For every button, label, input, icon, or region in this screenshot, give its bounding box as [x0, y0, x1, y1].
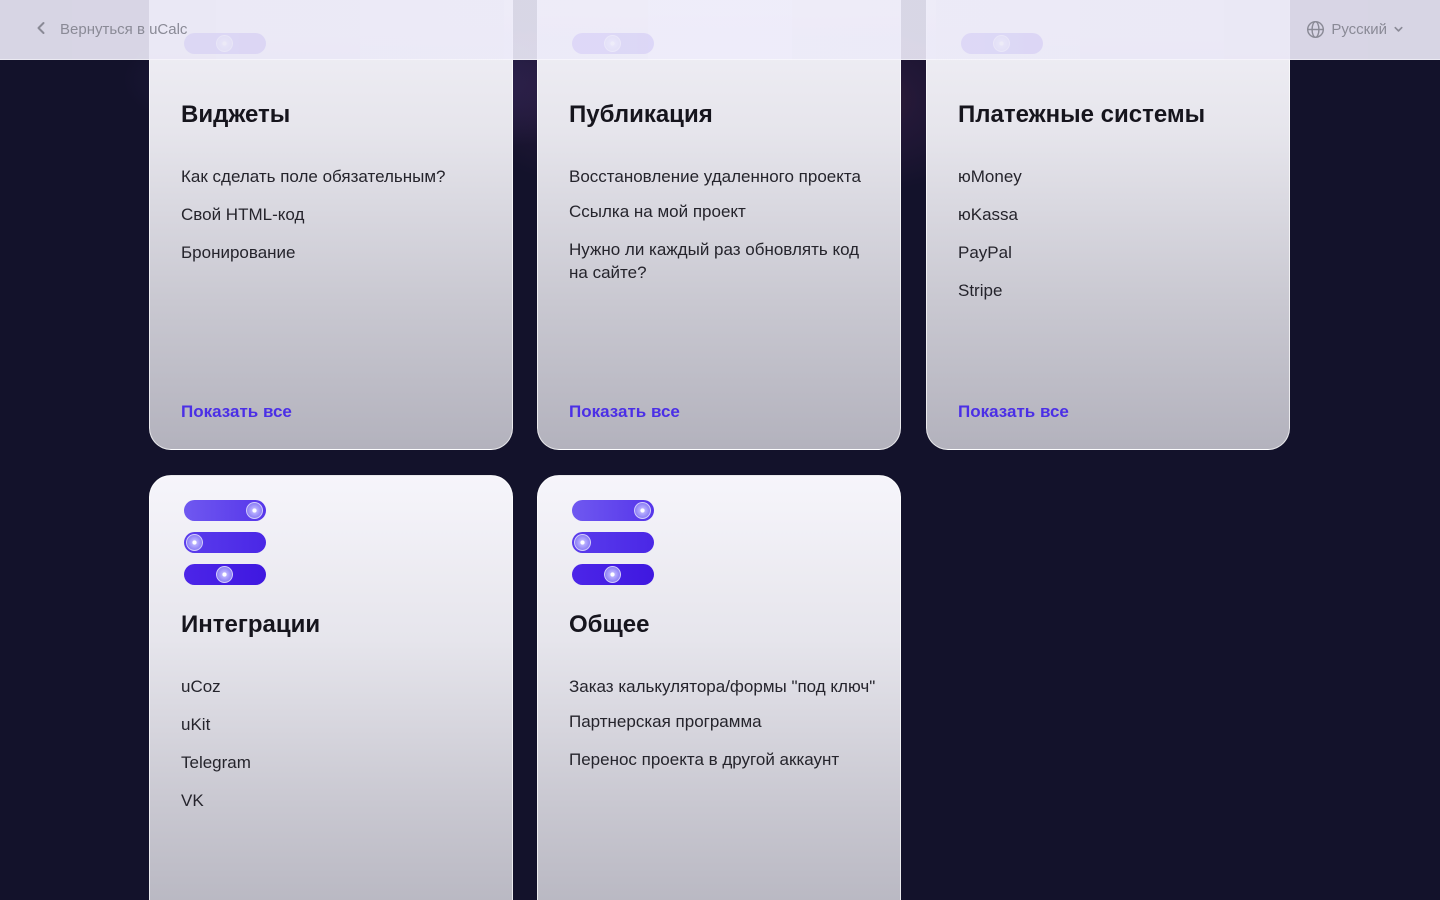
category-card-integrations: Интеграции uCoz uKit Telegram VK: [149, 475, 513, 900]
language-selector[interactable]: Русский: [1306, 20, 1406, 39]
list-item[interactable]: юMoney: [958, 165, 1265, 188]
category-card-widgets: Виджеты Как сделать поле обязательным? С…: [149, 0, 513, 450]
list-item[interactable]: VK: [181, 789, 488, 812]
list-item[interactable]: Нужно ли каждый раз обновлять код на сай…: [569, 238, 876, 284]
list-item[interactable]: Заказ калькулятора/формы "под ключ": [569, 675, 876, 698]
card-title: Интеграции: [181, 611, 321, 638]
list-item[interactable]: юKassa: [958, 203, 1265, 226]
language-label: Русский: [1331, 21, 1387, 38]
toggle-icon: [572, 532, 654, 553]
top-bar: Вернуться в uCalc Русский: [0, 0, 1440, 60]
list-item[interactable]: Партнерская программа: [569, 710, 876, 733]
back-to-ucalc-link[interactable]: Вернуться в uCalc: [34, 21, 187, 39]
list-item[interactable]: uKit: [181, 713, 488, 736]
list-item[interactable]: PayPal: [958, 241, 1265, 264]
chevron-left-icon: [34, 21, 48, 39]
chevron-down-icon: [1393, 24, 1404, 35]
list-item[interactable]: Восстановление удаленного проекта: [569, 165, 876, 188]
list-item[interactable]: Перенос проекта в другой аккаунт: [569, 748, 876, 771]
card-item-list: Как сделать поле обязательным? Свой HTML…: [181, 165, 488, 279]
card-title: Платежные системы: [958, 101, 1206, 128]
category-card-payment-systems: Платежные системы юMoney юKassa PayPal S…: [926, 0, 1290, 450]
card-item-list: юMoney юKassa PayPal Stripe: [958, 165, 1265, 317]
toggles-icon: [572, 500, 654, 596]
list-item[interactable]: uCoz: [181, 675, 488, 698]
toggle-icon: [184, 532, 266, 553]
show-all-link[interactable]: Показать все: [569, 402, 680, 422]
card-title: Виджеты: [181, 101, 291, 128]
category-card-publication: Публикация Восстановление удаленного про…: [537, 0, 901, 450]
toggles-icon: [184, 500, 266, 596]
list-item[interactable]: Свой HTML-код: [181, 203, 488, 226]
list-item[interactable]: Telegram: [181, 751, 488, 774]
toggle-icon: [184, 564, 266, 585]
show-all-link[interactable]: Показать все: [181, 402, 292, 422]
show-all-link[interactable]: Показать все: [958, 402, 1069, 422]
list-item[interactable]: Как сделать поле обязательным?: [181, 165, 488, 188]
toggle-icon: [572, 500, 654, 521]
card-item-list: Заказ калькулятора/формы "под ключ" Парт…: [569, 675, 876, 786]
card-title: Общее: [569, 611, 650, 638]
list-item[interactable]: Ссылка на мой проект: [569, 200, 876, 223]
toggle-icon: [572, 564, 654, 585]
list-item[interactable]: Stripe: [958, 279, 1265, 302]
card-item-list: Восстановление удаленного проекта Ссылка…: [569, 165, 876, 299]
list-item[interactable]: Бронирование: [181, 241, 488, 264]
card-item-list: uCoz uKit Telegram VK: [181, 675, 488, 827]
category-card-general: Общее Заказ калькулятора/формы "под ключ…: [537, 475, 901, 900]
back-label: Вернуться в uCalc: [60, 21, 188, 38]
card-title: Публикация: [569, 101, 713, 128]
globe-icon: [1306, 20, 1325, 39]
toggle-icon: [184, 500, 266, 521]
